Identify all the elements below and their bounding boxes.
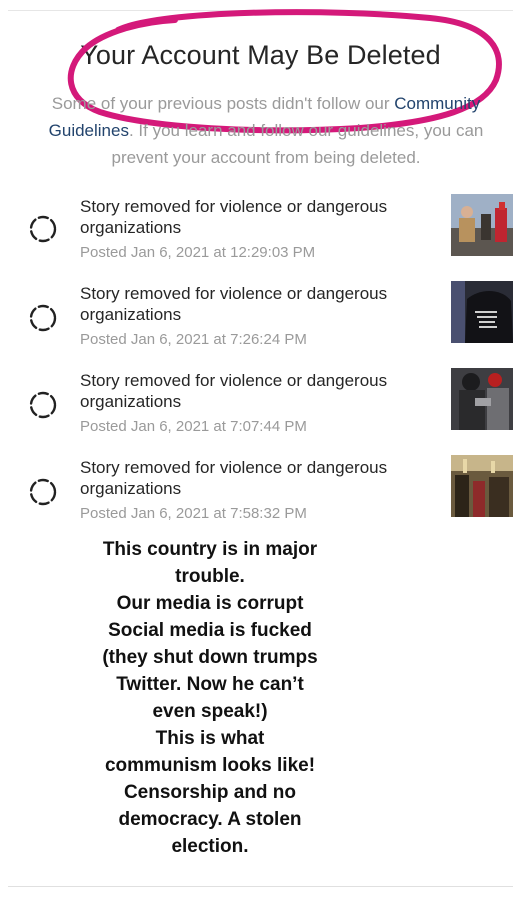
item-date: Posted Jan 6, 2021 at 7:26:24 PM bbox=[80, 331, 307, 348]
caption-line: Our media is corrupt bbox=[116, 593, 304, 614]
caption-line: election. bbox=[171, 836, 249, 857]
caption-line: democracy. A stolen bbox=[118, 809, 302, 830]
loading-spinner-icon bbox=[29, 391, 57, 419]
caption-line: Censorship and no bbox=[123, 782, 297, 803]
warning-description: Some of your previous posts didn't follo… bbox=[36, 90, 496, 171]
description-text-continued: . If you learn and follow our guidelines… bbox=[111, 121, 484, 167]
item-title: Story removed for violence or dangerous … bbox=[80, 197, 388, 237]
item-date: Posted Jan 6, 2021 at 12:29:03 PM bbox=[80, 244, 316, 261]
story-thumbnail[interactable] bbox=[451, 194, 513, 256]
item-date: Posted Jan 6, 2021 at 7:58:32 PM bbox=[80, 505, 307, 522]
story-caption-text: This country is in major trouble. Our me… bbox=[60, 536, 360, 860]
caption-line: This is what bbox=[155, 728, 265, 749]
top-divider bbox=[8, 10, 513, 11]
bottom-divider bbox=[8, 886, 513, 887]
loading-spinner-icon bbox=[29, 304, 57, 332]
caption-line: trouble. bbox=[175, 566, 245, 587]
removed-story-item[interactable]: Story removed for violence or dangerous … bbox=[0, 368, 521, 448]
caption-line: even speak!) bbox=[152, 701, 268, 722]
removed-story-item[interactable]: Story removed for violence or dangerous … bbox=[0, 281, 521, 361]
removed-story-item[interactable]: Story removed for violence or dangerous … bbox=[0, 455, 521, 535]
removed-story-item[interactable]: Story removed for violence or dangerous … bbox=[0, 194, 521, 274]
caption-line: This country is in major bbox=[102, 539, 318, 560]
page-title: Your Account May Be Deleted bbox=[80, 40, 441, 70]
item-title: Story removed for violence or dangerous … bbox=[80, 458, 388, 498]
caption-line: (they shut down trumps bbox=[102, 647, 318, 668]
caption-line: communism looks like! bbox=[104, 755, 316, 776]
story-thumbnail[interactable] bbox=[451, 368, 513, 430]
item-title: Story removed for violence or dangerous … bbox=[80, 371, 388, 411]
item-title: Story removed for violence or dangerous … bbox=[80, 284, 388, 324]
item-date: Posted Jan 6, 2021 at 7:07:44 PM bbox=[80, 418, 307, 435]
description-text: Some of your previous posts didn't follo… bbox=[51, 94, 395, 113]
story-thumbnail[interactable] bbox=[451, 281, 513, 343]
story-thumbnail[interactable] bbox=[451, 455, 513, 517]
loading-spinner-icon bbox=[29, 215, 57, 243]
loading-spinner-icon bbox=[29, 478, 57, 506]
caption-line: Social media is fucked bbox=[108, 620, 312, 641]
caption-line: Twitter. Now he can’t bbox=[116, 674, 304, 695]
